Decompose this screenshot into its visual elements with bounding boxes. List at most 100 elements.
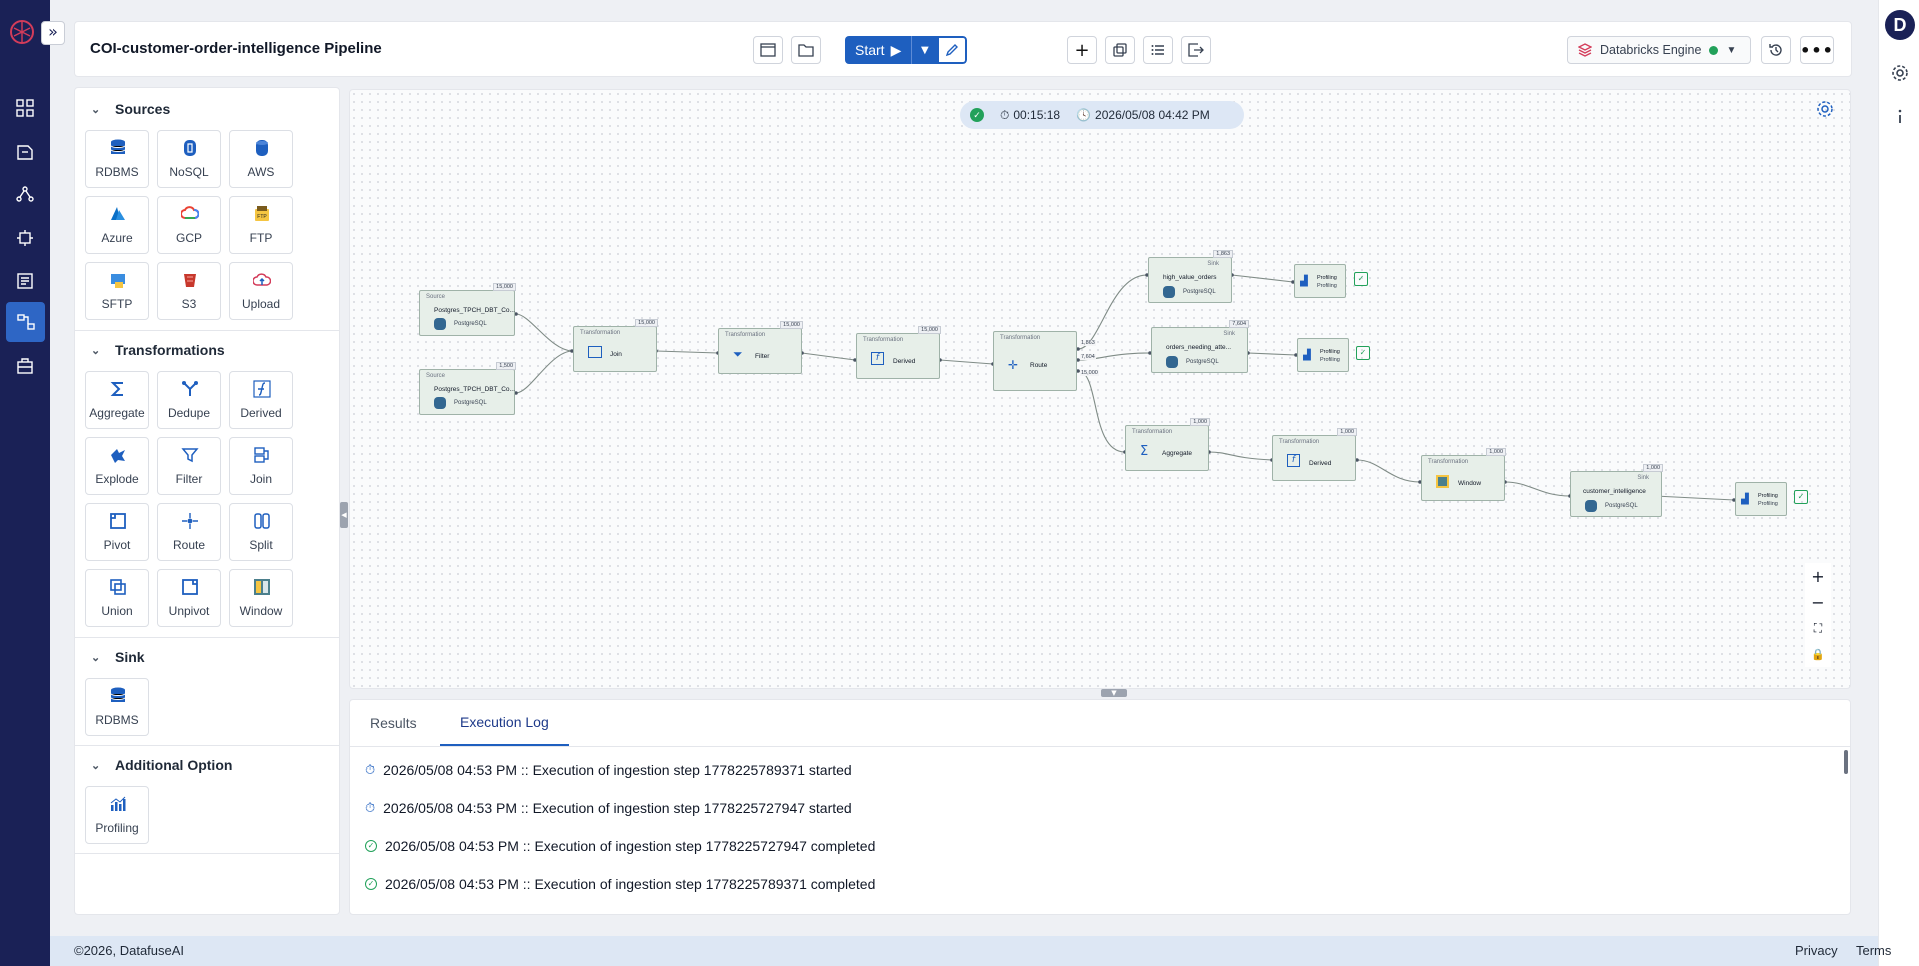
aws-icon	[256, 140, 268, 156]
app-logo-icon[interactable]	[8, 18, 36, 46]
collapse-palette-handle[interactable]: ◀	[340, 502, 348, 528]
lock-icon[interactable]: 🔒	[1805, 641, 1831, 667]
zoom-out-icon[interactable]: −	[1805, 589, 1831, 615]
more-options-icon[interactable]: •••	[1800, 36, 1834, 64]
node-join[interactable]: 15,000 Transformation Join	[573, 319, 658, 372]
node-aggregate[interactable]: 1,000 Transformation Σ Aggregate	[1125, 418, 1210, 471]
profiling-report-icon[interactable]: ✓	[1356, 346, 1370, 360]
privacy-link[interactable]: Privacy	[1795, 943, 1838, 958]
collapse-bottom-panel-handle[interactable]: ▼	[1101, 689, 1127, 697]
palette-source-aws[interactable]: AWS	[229, 130, 293, 188]
info-icon[interactable]	[1885, 101, 1915, 131]
palette-transform-window[interactable]: Window	[229, 569, 293, 627]
settings-gear-icon[interactable]	[1885, 58, 1915, 88]
palette-source-ftp[interactable]: FTP FTP	[229, 196, 293, 254]
zoom-in-icon[interactable]: +	[1805, 563, 1831, 589]
palette-source-rdbms[interactable]: RDBMS	[85, 130, 149, 188]
cloud-upload-icon	[253, 273, 271, 286]
tab-results[interactable]: Results	[350, 700, 437, 746]
bottom-panel: Results Execution Log ⏱ 2026/05/08 04:53 …	[349, 699, 1851, 915]
nosql-icon	[184, 140, 196, 156]
palette-transform-pivot[interactable]: Pivot	[85, 503, 149, 561]
node-window[interactable]: 1,000 Transformation Window	[1421, 448, 1506, 501]
edge-label: 7,604	[1080, 354, 1096, 360]
additional-option-section-header[interactable]: ⌄ Additional Option	[91, 757, 232, 773]
node-filter[interactable]: 15,000 Transformation ⏷ Filter	[718, 321, 803, 374]
start-button[interactable]: Start ▶	[845, 36, 912, 64]
node-name: Derived	[1309, 460, 1332, 467]
palette-transform-explode[interactable]: Explode	[85, 437, 149, 495]
palette-transform-union[interactable]: Union	[85, 569, 149, 627]
palette-additional-profiling[interactable]: Profiling	[85, 786, 149, 844]
data-sources-nav-icon[interactable]	[0, 132, 50, 172]
node-sink-customer-intelligence[interactable]: 1,000 Sink customer_intelligence Postgre…	[1570, 464, 1663, 517]
export-icon[interactable]	[1181, 36, 1211, 64]
pipelines-nav-icon[interactable]	[6, 302, 45, 342]
palette-source-gcp[interactable]: GCP	[157, 196, 221, 254]
catalog-nav-icon[interactable]	[0, 261, 50, 301]
sink-section-header[interactable]: ⌄ Sink	[91, 649, 145, 665]
profiling-report-icon[interactable]: ✓	[1354, 272, 1368, 286]
palette-source-azure[interactable]: Azure	[85, 196, 149, 254]
sources-section-header[interactable]: ⌄ Sources	[91, 101, 170, 117]
expand-nav-button[interactable]: »	[41, 21, 65, 45]
processor-nav-icon[interactable]	[0, 218, 50, 258]
palette-source-upload[interactable]: Upload	[229, 262, 293, 320]
node-name: customer_intelligence	[1583, 488, 1646, 495]
palette-source-s3[interactable]: S3	[157, 262, 221, 320]
palette-source-nosql[interactable]: NoSQL	[157, 130, 221, 188]
open-folder-icon[interactable]	[791, 36, 821, 64]
node-sub: PostgreSQL	[1605, 503, 1638, 509]
palette-source-sftp[interactable]: SFTP	[85, 262, 149, 320]
pipeline-edges	[514, 273, 1736, 502]
browser-window-icon[interactable]	[753, 36, 783, 64]
node-source-1[interactable]: 15,000 Source Postgres_TPCH_DBT_Co... Po…	[419, 283, 516, 336]
workflow-nav-icon[interactable]	[0, 175, 50, 215]
palette-transform-split[interactable]: Split	[229, 503, 293, 561]
function-icon: f	[1287, 454, 1300, 467]
palette-transform-route[interactable]: Route	[157, 503, 221, 561]
edit-pipeline-icon[interactable]	[937, 36, 968, 64]
node-derived-2[interactable]: 1,000 Transformation f Derived	[1272, 428, 1357, 481]
node-kind: Source	[426, 294, 446, 300]
palette-transform-derived[interactable]: Derived	[229, 371, 293, 429]
list-icon[interactable]	[1143, 36, 1173, 64]
profiling-report-icon[interactable]: ✓	[1794, 490, 1808, 504]
node-profiling-2[interactable]: ▟ Profiling Profiling	[1297, 338, 1349, 372]
node-profiling-3[interactable]: ▟ Profiling Profiling	[1735, 482, 1787, 516]
profiling-chart-icon: ▟	[1300, 276, 1308, 287]
node-derived-1[interactable]: 15,000 Transformation f Derived	[856, 326, 941, 379]
tab-execution-log[interactable]: Execution Log	[440, 700, 569, 746]
copy-icon[interactable]	[1105, 36, 1135, 64]
add-icon[interactable]: +	[1067, 36, 1097, 64]
node-source-2[interactable]: 1,500 Source Postgres_TPCH_DBT_Co... Pos…	[419, 362, 516, 415]
history-icon[interactable]	[1761, 36, 1791, 64]
palette-transform-join[interactable]: Join	[229, 437, 293, 495]
transformations-section-header[interactable]: ⌄ Transformations	[91, 342, 225, 358]
user-avatar[interactable]: D	[1885, 10, 1915, 40]
node-sink-high-value-orders[interactable]: 1,863 Sink high_value_orders PostgreSQL	[1148, 250, 1233, 303]
palette-transform-unpivot[interactable]: Unpivot	[157, 569, 221, 627]
postgres-elephant-icon	[1585, 500, 1597, 512]
edge-label: 1,863	[1080, 340, 1096, 346]
start-dropdown-chevron-icon[interactable]: ▼	[911, 36, 938, 64]
tabs-divider	[350, 746, 1850, 747]
palette-sink-rdbms[interactable]: RDBMS	[85, 678, 149, 736]
node-kind: Sink	[1223, 331, 1235, 337]
pipeline-canvas[interactable]: ✓ ⏱ 00:15:18 🕓 2026/05/08 04:42 PM 15,00…	[349, 89, 1851, 689]
dashboard-nav-icon[interactable]	[0, 88, 50, 128]
engine-selector[interactable]: Databricks Engine ▼	[1567, 36, 1751, 64]
palette-transform-aggregate[interactable]: Aggregate	[85, 371, 149, 429]
terms-link[interactable]: Terms	[1856, 943, 1891, 958]
palette-transform-dedupe[interactable]: Dedupe	[157, 371, 221, 429]
palette-transform-filter[interactable]: Filter	[157, 437, 221, 495]
node-profiling-1[interactable]: ▟ Profiling Profiling	[1294, 264, 1346, 298]
clock-icon: ⏱	[365, 800, 376, 815]
node-name: Derived	[893, 358, 916, 365]
node-sink-orders-needing-attention[interactable]: 7,604 Sink orders_needing_atte... Postgr…	[1151, 320, 1249, 373]
apps-nav-icon[interactable]	[0, 346, 50, 386]
check-circle-icon: ✓	[365, 878, 377, 890]
fit-view-icon[interactable]: ⛶	[1805, 615, 1831, 641]
log-scrollbar[interactable]	[1844, 750, 1848, 774]
node-route[interactable]: Transformation ✛ Route	[993, 331, 1077, 391]
